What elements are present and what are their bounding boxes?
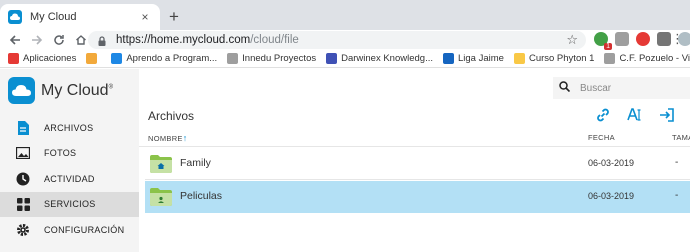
main-content: Buscar Archivos NOMBRE↑ FECHA TAMA Famil… (139, 69, 690, 252)
bookmark-item[interactable]: Aprendo a Program... (111, 53, 217, 64)
browser-tab[interactable]: My Cloud × (0, 4, 160, 30)
page-title: Archivos (148, 109, 195, 123)
bookmark-label: Liga Jaime (458, 53, 504, 64)
move-icon[interactable] (658, 106, 676, 124)
reload-icon[interactable] (48, 31, 70, 49)
rename-icon[interactable] (626, 106, 644, 124)
sidebar-item-label: ARCHIVOS (44, 122, 94, 133)
table-header: NOMBRE↑ FECHA TAMA (139, 129, 690, 147)
search-box[interactable]: Buscar (553, 77, 690, 99)
sidebar-item-fotos[interactable]: FOTOS (0, 141, 139, 167)
bookmark-star-icon[interactable]: ☆ (566, 32, 578, 48)
page-icon (227, 53, 239, 64)
bookmark-label: Aplicaciones (23, 53, 77, 64)
sidebar-item-label: FOTOS (44, 148, 77, 159)
mycloud-logo-icon (8, 77, 35, 104)
browser-menu-icon[interactable]: ⋮ (671, 32, 684, 46)
file-date: 06-03-2019 (588, 191, 635, 201)
owl-icon (326, 53, 338, 64)
bookmark-item[interactable]: C.F. Pozuelo - Visua... (604, 53, 690, 64)
bookmark-item[interactable]: Innedu Proyectos (227, 53, 316, 64)
file-size: - (675, 190, 679, 201)
clock-icon (16, 172, 30, 186)
bookmark-item[interactable]: Darwinex Knowledg... (326, 53, 433, 64)
sidebar-item-label: CONFIGURACIÓN (44, 224, 125, 235)
forward-arrow-icon[interactable] (26, 31, 48, 49)
lock-icon (96, 34, 108, 46)
column-header-size[interactable]: TAMA (672, 133, 690, 142)
tab-title: My Cloud (30, 11, 77, 23)
link-icon[interactable] (594, 106, 612, 124)
mycloud-favicon-icon (8, 10, 22, 24)
table-row[interactable]: Peliculas 06-03-2019 - (145, 181, 690, 213)
app-name: My Cloud® (41, 81, 113, 99)
column-header-name[interactable]: NOMBRE↑ (148, 133, 188, 143)
sidebar-item-archivos[interactable]: ARCHIVOS (0, 115, 139, 141)
column-header-date[interactable]: FECHA (588, 133, 615, 142)
file-name[interactable]: Family (180, 157, 211, 169)
apps-grid-icon (8, 53, 19, 64)
tab-close-icon[interactable]: × (138, 10, 152, 24)
bookmark-label: Darwinex Knowledg... (341, 53, 433, 64)
bookmark-label: C.F. Pozuelo - Visua... (619, 53, 690, 64)
bookmark-item[interactable] (86, 53, 101, 64)
bookmark-b-icon (86, 53, 98, 64)
browser-tab-strip: My Cloud × + (0, 0, 690, 30)
table-row[interactable]: Family 06-03-2019 - (145, 148, 690, 180)
brand[interactable]: My Cloud® (8, 77, 113, 104)
bookmarks-bar: Aplicaciones Aprendo a Program... Innedu P… (0, 50, 690, 68)
fire-icon (443, 53, 454, 64)
page-icon (604, 53, 616, 64)
photo-icon (16, 146, 30, 160)
app-sidebar: My Cloud® ARCHIVOS FOTOS ACTIVIDAD SERVICIO… (0, 69, 139, 252)
toolbar-actions (594, 106, 690, 124)
sidebar-item-label: ACTIVIDAD (44, 173, 95, 184)
file-date: 06-03-2019 (588, 158, 635, 168)
extension-grey-icon[interactable] (615, 32, 629, 46)
search-icon (559, 79, 571, 97)
gear-icon (16, 223, 30, 237)
new-tab-button[interactable]: + (164, 7, 184, 27)
camera-icon[interactable] (657, 32, 671, 46)
extension-green-icon[interactable]: 1 (594, 32, 612, 50)
bookmark-label: Aprendo a Program... (126, 53, 218, 64)
shared-folder-icon (150, 188, 172, 206)
search-input[interactable]: Buscar (580, 83, 611, 94)
sidebar-nav: ARCHIVOS FOTOS ACTIVIDAD SERVICIOS CONFIGURA… (0, 115, 139, 243)
back-arrow-icon[interactable] (4, 31, 26, 49)
bookmark-label: Curso Phyton 1 (528, 53, 595, 64)
file-icon (16, 120, 30, 135)
bookmark-item[interactable]: Liga Jaime (443, 53, 504, 64)
sidebar-item-servicios[interactable]: SERVICIOS (0, 191, 139, 217)
home-folder-icon (150, 155, 172, 173)
sidebar-item-configuracion[interactable]: CONFIGURACIÓN (0, 217, 139, 243)
bookmark-label: Innedu Proyectos (242, 53, 317, 64)
amazon-a-icon (111, 53, 123, 64)
file-size: - (675, 157, 679, 168)
bookmark-item[interactable]: Curso Phyton 1 (513, 53, 595, 64)
sort-ascending-icon: ↑ (182, 133, 188, 143)
grid-icon (16, 197, 30, 211)
folder-icon (513, 53, 525, 64)
url-text: https://home.mycloud.com/cloud/file (116, 34, 299, 46)
extension-red-icon[interactable] (636, 32, 650, 46)
sidebar-item-label: SERVICIOS (44, 199, 96, 210)
sidebar-item-actividad[interactable]: ACTIVIDAD (0, 166, 139, 192)
browser-toolbar: https://home.mycloud.com/cloud/file ☆ 1 … (0, 30, 690, 50)
bookmark-item[interactable]: Aplicaciones (8, 53, 76, 64)
address-bar[interactable]: https://home.mycloud.com/cloud/file ☆ (88, 31, 586, 49)
extension-badge: 1 (604, 43, 612, 50)
file-name[interactable]: Peliculas (180, 190, 222, 202)
